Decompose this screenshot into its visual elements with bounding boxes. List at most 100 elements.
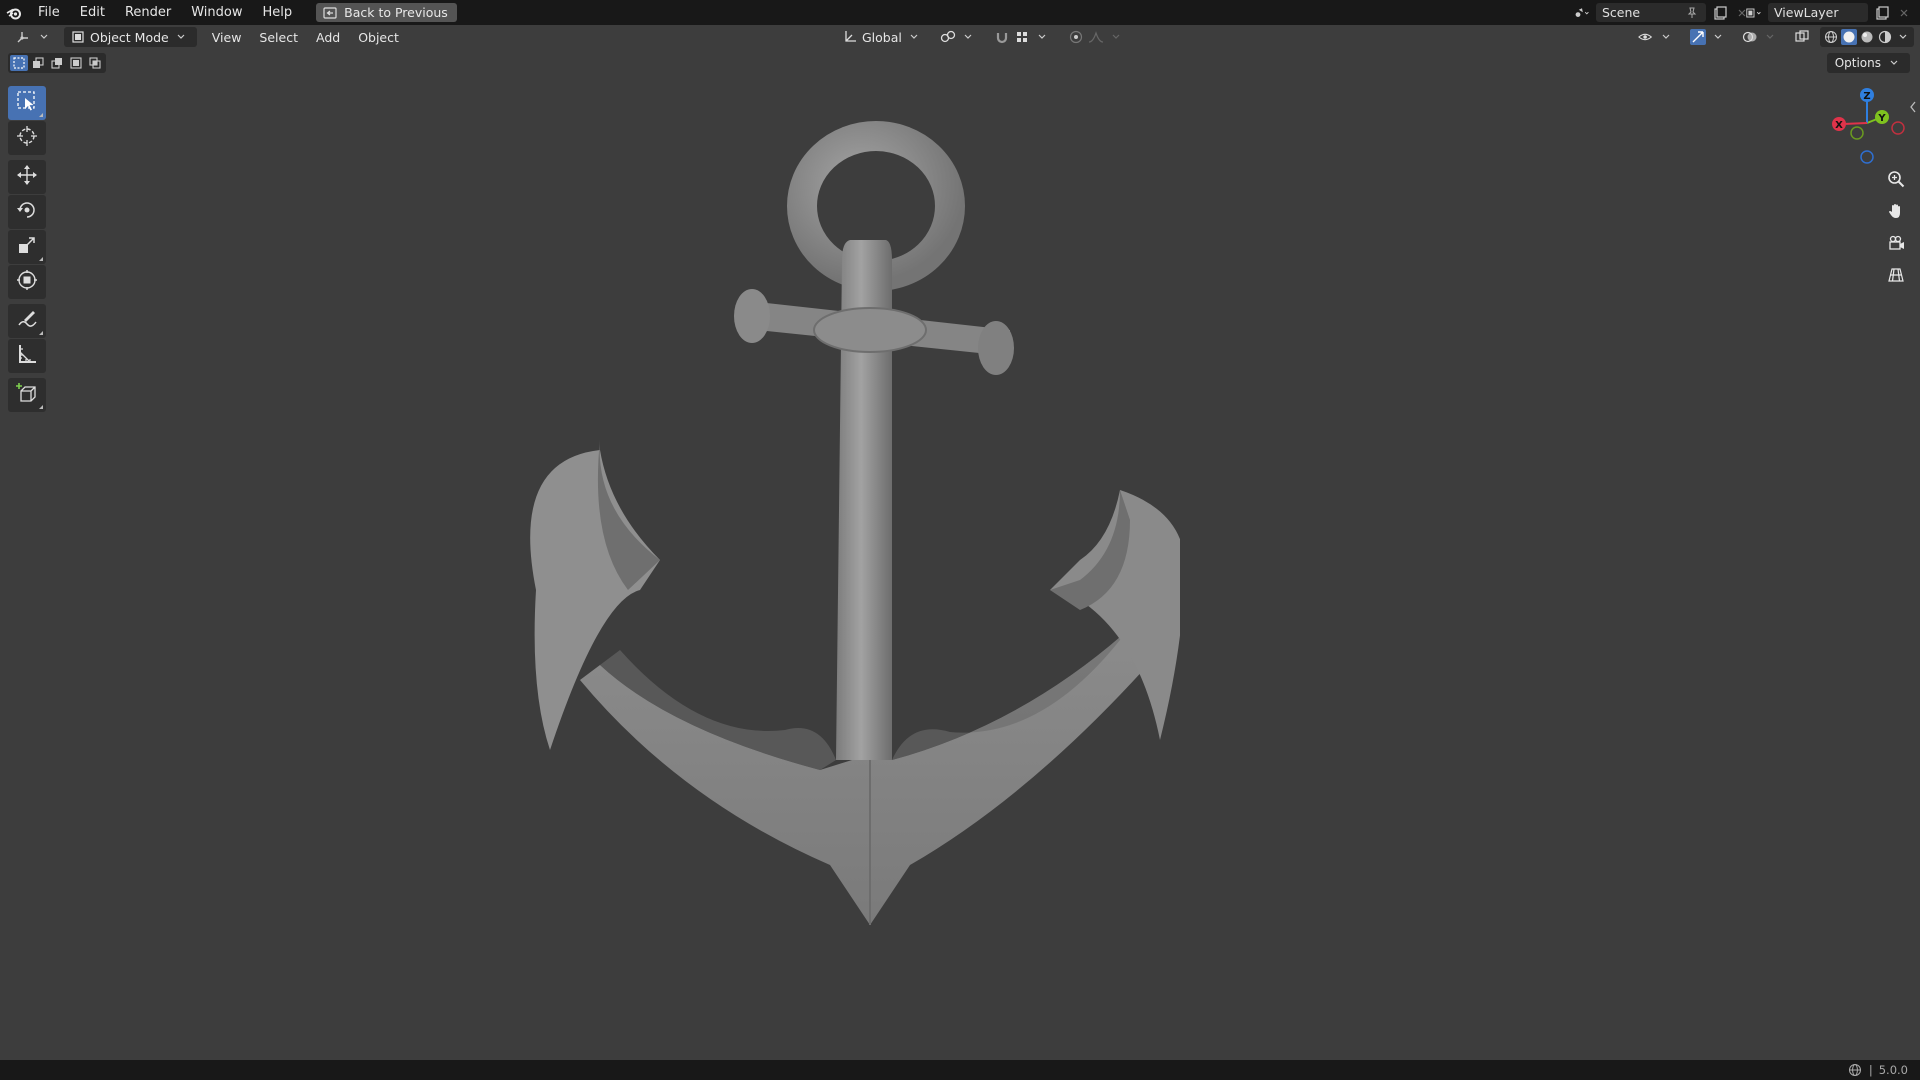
annotate-pencil-icon bbox=[16, 308, 38, 334]
chevron-down-icon bbox=[1034, 29, 1050, 45]
transform-icon bbox=[16, 269, 38, 295]
magnet-icon bbox=[994, 29, 1010, 45]
header-menu-object[interactable]: Object bbox=[349, 30, 408, 45]
overlays-toggle[interactable] bbox=[1736, 27, 1784, 47]
pivot-point-dropdown[interactable] bbox=[934, 27, 982, 47]
annotate-tool[interactable] bbox=[8, 304, 46, 338]
visibility-dropdown[interactable] bbox=[1632, 27, 1680, 47]
select-new-icon[interactable] bbox=[10, 55, 28, 71]
remove-view-layer-icon[interactable] bbox=[1896, 5, 1912, 21]
material-preview-icon[interactable] bbox=[1859, 29, 1875, 45]
orientation-label: Global bbox=[862, 29, 902, 45]
measure-tool[interactable] bbox=[8, 339, 46, 373]
blender-logo-icon[interactable] bbox=[0, 0, 28, 25]
select-box-icon bbox=[16, 90, 38, 116]
chevron-down-icon bbox=[1762, 29, 1778, 45]
top-menu-bar: File Edit Render Window Help Back to Pre… bbox=[0, 0, 1920, 25]
sidebar-toggle-chevron[interactable] bbox=[1908, 100, 1920, 116]
proportional-editing-icon bbox=[1068, 29, 1084, 45]
network-globe-icon[interactable] bbox=[1847, 1062, 1863, 1078]
menu-render[interactable]: Render bbox=[115, 0, 181, 25]
object-mode-label: Object Mode bbox=[90, 29, 169, 45]
transform-tool[interactable] bbox=[8, 265, 46, 299]
chevron-down-icon[interactable] bbox=[1895, 29, 1911, 45]
select-extend-icon[interactable] bbox=[29, 55, 47, 71]
back-to-previous-label: Back to Previous bbox=[344, 5, 448, 20]
menu-help[interactable]: Help bbox=[253, 0, 303, 25]
scale-icon bbox=[16, 234, 38, 260]
select-box-tool[interactable] bbox=[8, 86, 46, 120]
header-menu-select[interactable]: Select bbox=[250, 30, 307, 45]
anchor-stock-end-right bbox=[978, 321, 1014, 375]
select-invert-icon[interactable] bbox=[67, 55, 85, 71]
add-cube-icon bbox=[16, 382, 38, 408]
shading-mode-group bbox=[1820, 27, 1914, 47]
menu-window[interactable]: Window bbox=[181, 0, 252, 25]
options-dropdown[interactable]: Options bbox=[1826, 53, 1910, 73]
cursor-icon bbox=[16, 125, 38, 151]
snap-grid-icon bbox=[1014, 29, 1030, 45]
select-intersect-icon[interactable] bbox=[86, 55, 104, 71]
header-menu-add[interactable]: Add bbox=[307, 30, 349, 45]
scale-tool[interactable] bbox=[8, 230, 46, 264]
view-layer-browse-icon[interactable] bbox=[1746, 5, 1762, 21]
menu-edit[interactable]: Edit bbox=[70, 0, 115, 25]
rotate-tool[interactable] bbox=[8, 195, 46, 229]
menu-file[interactable]: File bbox=[28, 0, 70, 25]
back-to-previous-button[interactable]: Back to Previous bbox=[316, 3, 457, 22]
tool-shelf bbox=[8, 86, 48, 413]
snap-toggle[interactable] bbox=[988, 27, 1056, 47]
gizmo-icon bbox=[1690, 29, 1706, 45]
gizmo-neg-y-axis[interactable] bbox=[1850, 126, 1864, 140]
wireframe-shading-icon[interactable] bbox=[1823, 29, 1839, 45]
version-label: 5.0.0 bbox=[1878, 1063, 1908, 1077]
pan-button[interactable] bbox=[1880, 200, 1912, 226]
cursor-tool[interactable] bbox=[8, 121, 46, 155]
chevron-down-icon bbox=[1886, 55, 1902, 71]
anchor-stock-end-left bbox=[734, 289, 770, 343]
object-mode-dropdown[interactable]: Object Mode bbox=[64, 27, 197, 47]
camera-view-button[interactable] bbox=[1880, 232, 1912, 258]
chevron-down-icon bbox=[36, 29, 52, 45]
proportional-editing-toggle[interactable] bbox=[1062, 27, 1130, 47]
move-tool[interactable] bbox=[8, 160, 46, 194]
pin-icon[interactable] bbox=[1684, 5, 1700, 21]
gizmo-toggle[interactable] bbox=[1684, 27, 1732, 47]
select-subtract-icon[interactable] bbox=[48, 55, 66, 71]
gizmo-x-label: X bbox=[1835, 120, 1843, 131]
scene-browse-icon[interactable] bbox=[1574, 5, 1590, 21]
view-layer-field[interactable]: ViewLayer bbox=[1768, 3, 1868, 22]
solid-shading-icon[interactable] bbox=[1841, 29, 1857, 45]
xray-toggle[interactable] bbox=[1788, 27, 1816, 47]
3d-viewport-icon bbox=[16, 29, 32, 45]
scene-name-field[interactable]: Scene bbox=[1596, 3, 1706, 22]
xray-icon bbox=[1794, 29, 1810, 45]
orientation-dropdown[interactable]: Global bbox=[836, 27, 928, 47]
eye-filter-icon bbox=[1638, 29, 1654, 45]
pivot-link-icon bbox=[940, 29, 956, 45]
rendered-shading-icon[interactable] bbox=[1877, 29, 1893, 45]
add-cube-tool[interactable] bbox=[8, 378, 46, 412]
transform-orientation-icon bbox=[842, 29, 858, 45]
chevron-down-icon bbox=[1710, 29, 1726, 45]
new-view-layer-icon[interactable] bbox=[1874, 5, 1890, 21]
chevron-down-icon bbox=[1658, 29, 1674, 45]
gizmo-neg-z-axis[interactable] bbox=[1860, 150, 1874, 164]
gizmo-y-label: Y bbox=[1877, 113, 1886, 124]
new-scene-icon[interactable] bbox=[1712, 5, 1728, 21]
navigation-gizmo[interactable]: Z Y X bbox=[1826, 85, 1916, 171]
header-menu-view[interactable]: View bbox=[203, 30, 251, 45]
editor-type-dropdown[interactable] bbox=[10, 27, 58, 47]
view-layer-selector: ViewLayer bbox=[1746, 3, 1912, 22]
anchor-collar bbox=[813, 307, 927, 353]
perspective-toggle-button[interactable] bbox=[1880, 264, 1912, 290]
screen-back-icon bbox=[322, 5, 338, 21]
view-layer-name: ViewLayer bbox=[1774, 5, 1839, 20]
anchor-mesh[interactable] bbox=[520, 120, 1180, 935]
chevron-down-icon bbox=[1108, 29, 1124, 45]
zoom-button[interactable] bbox=[1880, 168, 1912, 194]
measure-ruler-icon bbox=[16, 343, 38, 369]
gizmo-neg-x-axis[interactable] bbox=[1891, 121, 1905, 135]
viewport-display-settings bbox=[1632, 27, 1914, 47]
scene-name: Scene bbox=[1602, 5, 1641, 20]
